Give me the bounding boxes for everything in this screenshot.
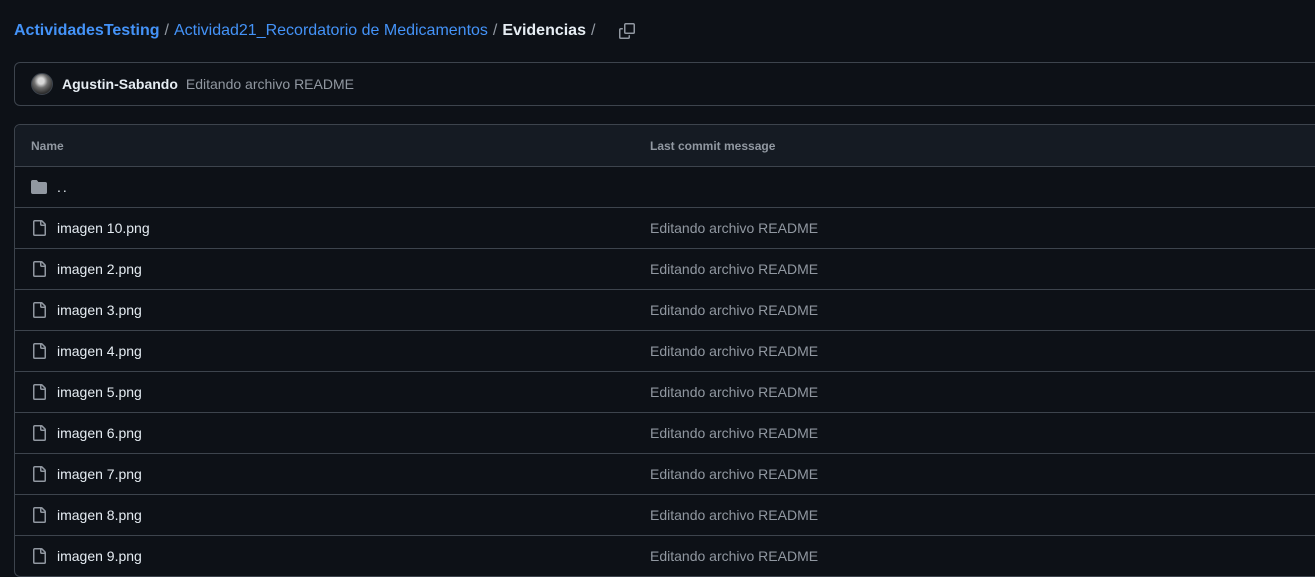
file-name-link[interactable]: imagen 4.png xyxy=(57,343,142,359)
file-name-link[interactable]: imagen 9.png xyxy=(57,548,142,564)
file-name-link[interactable]: imagen 2.png xyxy=(57,261,142,277)
file-commit-message-link[interactable]: Editando archivo README xyxy=(650,425,818,441)
table-row[interactable]: imagen 8.png Editando archivo README xyxy=(15,495,1315,536)
breadcrumb-repo-link[interactable]: ActividadesTesting xyxy=(14,22,160,40)
table-row[interactable]: imagen 3.png Editando archivo README xyxy=(15,290,1315,331)
avatar[interactable] xyxy=(31,73,53,95)
file-icon xyxy=(33,548,46,564)
file-commit-message-link[interactable]: Editando archivo README xyxy=(650,261,818,277)
breadcrumb: ActividadesTesting / Actividad21_Recorda… xyxy=(14,19,640,43)
file-commit-message-link[interactable]: Editando archivo README xyxy=(650,384,818,400)
folder-icon xyxy=(31,180,47,194)
breadcrumb-separator: / xyxy=(164,22,169,39)
copy-path-button[interactable] xyxy=(614,19,640,43)
latest-commit-box: Agustin-Sabando Editando archivo README xyxy=(14,62,1315,106)
file-commit-message-link[interactable]: Editando archivo README xyxy=(650,507,818,523)
breadcrumb-folder-link[interactable]: Actividad21_Recordatorio de Medicamentos xyxy=(174,22,488,40)
file-name-link[interactable]: imagen 5.png xyxy=(57,384,142,400)
file-table-header: Name Last commit message xyxy=(15,125,1315,167)
file-icon xyxy=(33,507,46,523)
table-row[interactable]: imagen 7.png Editando archivo README xyxy=(15,454,1315,495)
breadcrumb-separator: / xyxy=(492,22,498,39)
file-icon xyxy=(33,220,46,236)
file-icon xyxy=(33,343,46,359)
column-header-last-commit: Last commit message xyxy=(650,139,776,153)
file-name-link[interactable]: imagen 6.png xyxy=(57,425,142,441)
table-row[interactable]: imagen 10.png Editando archivo README xyxy=(15,208,1315,249)
parent-directory-link[interactable]: .. xyxy=(57,179,69,195)
file-commit-message-link[interactable]: Editando archivo README xyxy=(650,548,818,564)
table-row[interactable]: imagen 5.png Editando archivo README xyxy=(15,372,1315,413)
file-commit-message-link[interactable]: Editando archivo README xyxy=(650,466,818,482)
copy-icon xyxy=(619,23,636,39)
file-commit-message-link[interactable]: Editando archivo README xyxy=(650,302,818,318)
parent-directory-row[interactable]: .. xyxy=(15,167,1315,208)
file-name-link[interactable]: imagen 3.png xyxy=(57,302,142,318)
table-row[interactable]: imagen 9.png Editando archivo README xyxy=(15,536,1315,576)
table-row[interactable]: imagen 6.png Editando archivo README xyxy=(15,413,1315,454)
file-icon xyxy=(33,261,46,277)
breadcrumb-separator: / xyxy=(590,22,596,39)
table-row[interactable]: imagen 4.png Editando archivo README xyxy=(15,331,1315,372)
file-commit-message-link[interactable]: Editando archivo README xyxy=(650,220,818,236)
file-name-link[interactable]: imagen 8.png xyxy=(57,507,142,523)
file-name-link[interactable]: imagen 10.png xyxy=(57,220,150,236)
breadcrumb-current: Evidencias xyxy=(502,22,586,39)
column-header-name: Name xyxy=(31,139,64,153)
file-icon xyxy=(33,425,46,441)
file-icon xyxy=(33,302,46,318)
file-commit-message-link[interactable]: Editando archivo README xyxy=(650,343,818,359)
commit-message-link[interactable]: Editando archivo README xyxy=(186,76,354,92)
table-row[interactable]: imagen 2.png Editando archivo README xyxy=(15,249,1315,290)
file-name-link[interactable]: imagen 7.png xyxy=(57,466,142,482)
file-icon xyxy=(33,466,46,482)
commit-author-link[interactable]: Agustin-Sabando xyxy=(62,76,178,92)
file-icon xyxy=(33,384,46,400)
file-table: Name Last commit message .. imagen 10.pn… xyxy=(14,124,1315,577)
